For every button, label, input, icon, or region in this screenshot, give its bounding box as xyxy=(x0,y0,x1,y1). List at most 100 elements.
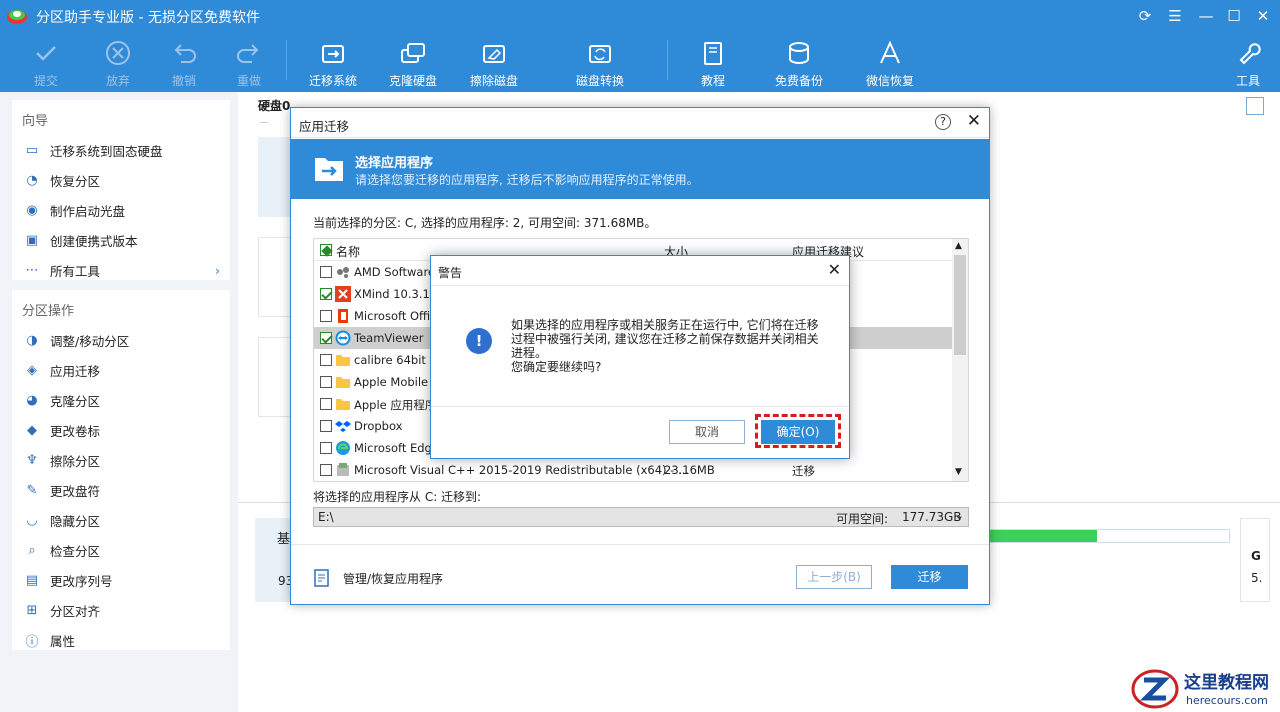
wrench-icon xyxy=(1239,43,1261,65)
list-item[interactable]: Microsoft Visual C++ 2015-2019 Redistrib… xyxy=(314,459,968,481)
dialog-close-icon[interactable]: ✕ xyxy=(967,111,981,131)
sidebar-item-all-tools[interactable]: ⋯ 所有工具 › xyxy=(12,255,230,285)
scroll-thumb[interactable] xyxy=(954,255,966,355)
watermark-logo-icon xyxy=(1131,669,1179,709)
tutorial-button[interactable]: 教程 xyxy=(677,36,749,90)
clone-disk-icon xyxy=(401,43,425,63)
app-checkbox[interactable] xyxy=(320,332,332,344)
discard-button[interactable]: 放弃 xyxy=(82,36,154,90)
menu-icon[interactable]: ☰ xyxy=(1165,6,1185,26)
cancel-circle-icon xyxy=(106,41,130,65)
app-logo-icon xyxy=(7,10,27,24)
scroll-up-icon[interactable]: ▲ xyxy=(955,241,962,251)
select-all-checkbox[interactable] xyxy=(320,244,332,256)
sidebar-item-hide[interactable]: ◡ 隐藏分区 xyxy=(12,505,230,535)
app-checkbox[interactable] xyxy=(320,310,332,322)
app-checkbox[interactable] xyxy=(320,442,332,454)
migrate-os-button[interactable]: 迁移系统 xyxy=(297,36,369,90)
sidebar-item-recover-partition[interactable]: ◔ 恢复分区 xyxy=(12,165,230,195)
ops-title: 分区操作 xyxy=(22,304,75,319)
app-checkbox[interactable] xyxy=(320,354,332,366)
help-icon[interactable]: ? xyxy=(935,114,951,130)
wipe-disk-button[interactable]: 擦除磁盘 xyxy=(458,36,530,90)
sidebar-item-properties[interactable]: ⓘ 属性 xyxy=(12,625,230,655)
wipe-icon: ♆ xyxy=(26,452,38,468)
tag-icon: ◆ xyxy=(27,422,37,438)
tools-button[interactable]: 工具 xyxy=(1212,36,1280,90)
sidebar-item-resize[interactable]: ◑ 调整/移动分区 xyxy=(12,325,230,355)
app-checkbox[interactable] xyxy=(320,398,332,410)
align-icon: ⊞ xyxy=(26,602,38,618)
ok-button[interactable]: 确定(O) xyxy=(761,420,835,444)
sidebar-item-migrate-ssd[interactable]: ▭ 迁移系统到固态硬盘 xyxy=(12,135,230,165)
view-toggle-icon[interactable] xyxy=(1246,97,1264,115)
back-button[interactable]: 上一步(B) xyxy=(796,565,872,589)
app-checkbox[interactable] xyxy=(320,288,332,300)
dialog-banner: 选择应用程序 请选择您要迁移的应用程序, 迁移后不影响应用程序的正常使用。 xyxy=(291,139,989,199)
submit-button[interactable]: 提交 xyxy=(10,36,82,90)
folder-arrow-icon xyxy=(315,158,343,181)
eraser-disk-icon xyxy=(483,45,505,63)
banner-subtitle: 请选择您要迁移的应用程序, 迁移后不影响应用程序的正常使用。 xyxy=(355,173,699,187)
app-migrate-icon: ◈ xyxy=(27,362,37,378)
resize-icon: ◑ xyxy=(26,332,38,348)
amd-icon xyxy=(337,267,349,278)
migrate-button[interactable]: 迁移 xyxy=(891,565,968,589)
app-checkbox[interactable] xyxy=(320,464,332,476)
sidebar-item-app-migrate[interactable]: ◈ 应用迁移 xyxy=(12,355,230,385)
redo-icon xyxy=(237,44,259,63)
clone-disk-button[interactable]: 克隆硬盘 xyxy=(377,36,449,90)
backup-icon xyxy=(789,42,809,64)
minimize-icon[interactable]: — xyxy=(1196,6,1216,26)
destination-select[interactable]: E:\ 可用空间: 177.73GB ⌄ xyxy=(313,507,969,527)
manage-apps-link[interactable]: 管理/恢复应用程序 xyxy=(313,568,443,588)
partition-card-right[interactable]: G 5. xyxy=(1240,518,1270,602)
recover-a-icon xyxy=(880,40,900,64)
scroll-down-icon[interactable]: ▼ xyxy=(955,467,962,477)
pencil-icon: ✎ xyxy=(26,482,38,498)
convert-icon xyxy=(589,45,611,63)
folder-icon xyxy=(336,355,350,366)
disk-card[interactable]: 基 xyxy=(255,518,295,602)
sidebar-item-serial[interactable]: ▤ 更改序列号 xyxy=(12,565,230,595)
app-checkbox[interactable] xyxy=(320,266,332,278)
col-name: 名称 xyxy=(336,245,361,259)
disk-convert-button[interactable]: 磁盘转换 xyxy=(564,36,636,90)
folder-icon xyxy=(336,377,350,388)
toolbar-separator xyxy=(667,40,668,80)
sidebar-item-volume-label[interactable]: ◆ 更改卷标 xyxy=(12,415,230,445)
cancel-button[interactable]: 取消 xyxy=(669,420,745,444)
office-icon xyxy=(338,309,348,323)
sidebar-item-portable[interactable]: ▣ 创建便携式版本 xyxy=(12,225,230,255)
banner-title: 选择应用程序 xyxy=(355,156,434,171)
book-icon xyxy=(704,42,722,65)
free-backup-button[interactable]: 免费备份 xyxy=(763,36,835,90)
selection-info: 当前选择的分区: C, 选择的应用程序: 2, 可用空间: 371.68MB。 xyxy=(313,216,657,230)
warning-close-icon[interactable]: ✕ xyxy=(828,260,841,279)
xmind-icon xyxy=(335,286,351,302)
app-checkbox[interactable] xyxy=(320,420,332,432)
teamviewer-icon xyxy=(335,330,351,346)
migrate-icon: ▭ xyxy=(25,142,39,158)
list-scrollbar[interactable]: ▲ ▼ xyxy=(952,239,968,481)
undo-button[interactable]: 撤销 xyxy=(148,36,220,90)
close-icon[interactable]: ✕ xyxy=(1253,6,1273,26)
sidebar-item-boot-disk[interactable]: ◉ 制作启动光盘 xyxy=(12,195,230,225)
sidebar-item-drive-letter[interactable]: ✎ 更改盘符 xyxy=(12,475,230,505)
window-title: 分区助手专业版 - 无损分区免费软件 xyxy=(36,10,260,26)
toolbar-separator xyxy=(286,40,287,80)
sidebar-item-align[interactable]: ⊞ 分区对齐 xyxy=(12,595,230,625)
app-checkbox[interactable] xyxy=(320,376,332,388)
warning-header: 警告 ✕ xyxy=(431,256,849,286)
recover-icon: ◔ xyxy=(26,172,38,188)
sidebar-item-wipe[interactable]: ♆ 擦除分区 xyxy=(12,445,230,475)
maximize-icon[interactable]: ☐ xyxy=(1224,6,1244,26)
sidebar-item-check[interactable]: ⌕ 检查分区 xyxy=(12,535,230,565)
redo-button[interactable]: 重做 xyxy=(213,36,285,90)
wechat-recover-button[interactable]: 微信恢复 xyxy=(854,36,926,90)
refresh-icon[interactable]: ⟳ xyxy=(1135,6,1155,26)
chevron-right-icon: › xyxy=(215,262,220,278)
sidebar-item-clone[interactable]: ◕ 克隆分区 xyxy=(12,385,230,415)
portable-icon: ▣ xyxy=(25,232,39,248)
dialog-title: 应用迁移 xyxy=(299,119,350,134)
